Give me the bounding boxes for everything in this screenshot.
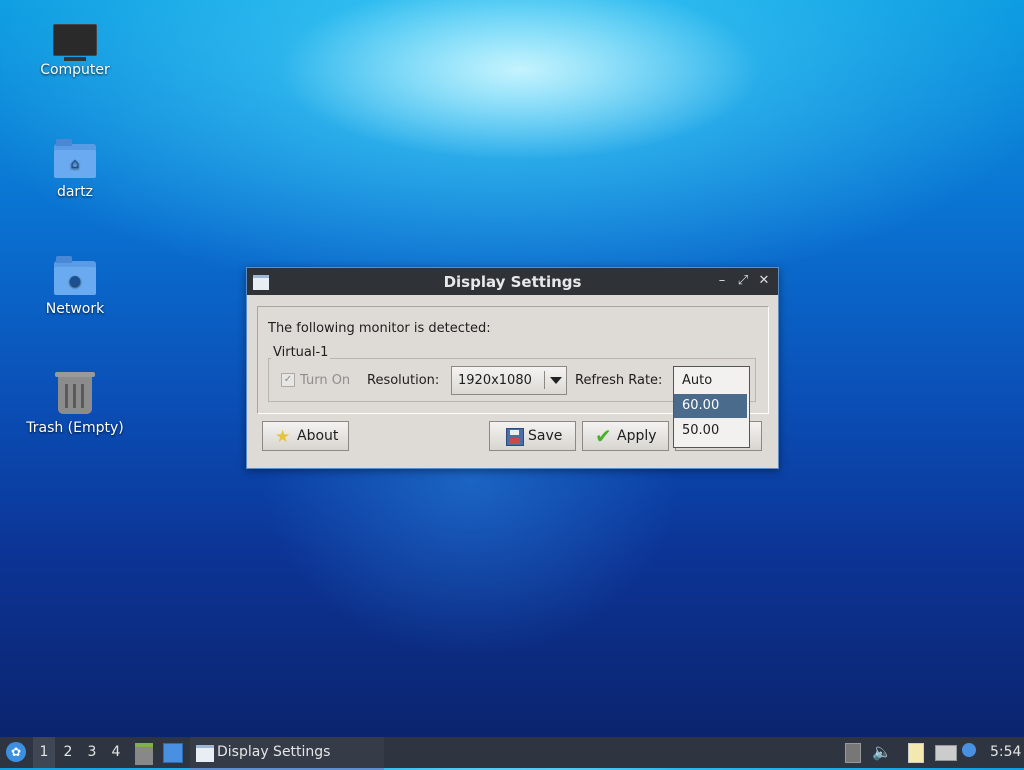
minimize-button[interactable]: – bbox=[714, 273, 730, 289]
refresh-rate-dropdown[interactable]: Auto 60.00 50.00 bbox=[673, 366, 750, 448]
app-menu-icon: ✿ bbox=[6, 742, 26, 762]
combo-separator bbox=[544, 371, 545, 389]
desktop-icon-label: dartz bbox=[56, 184, 94, 200]
resolution-value: 1920x1080 bbox=[458, 373, 532, 388]
file-manager-icon[interactable] bbox=[135, 743, 153, 765]
maximize-button[interactable]: ⤢ bbox=[735, 273, 751, 289]
resolution-label: Resolution: bbox=[367, 373, 440, 388]
desktop-icon-home[interactable]: ⌂ dartz bbox=[20, 139, 130, 200]
clock[interactable]: 5:54 bbox=[990, 737, 1021, 768]
desktop-icon-computer[interactable]: Computer bbox=[20, 24, 130, 78]
refresh-option-60[interactable]: 60.00 bbox=[674, 394, 747, 418]
floppy-disk-icon bbox=[506, 428, 524, 446]
turn-on-label: Turn On bbox=[300, 373, 351, 388]
volume-icon[interactable]: 🔈 bbox=[872, 743, 892, 761]
start-menu-button[interactable]: ✿ bbox=[4, 737, 28, 768]
notification-icon[interactable] bbox=[962, 743, 976, 757]
about-button[interactable]: ★ About bbox=[262, 421, 349, 451]
close-button[interactable]: ✕ bbox=[756, 273, 772, 289]
resolution-select[interactable]: 1920x1080 bbox=[451, 366, 567, 395]
task-display-settings[interactable]: Display Settings bbox=[190, 737, 384, 770]
monitor-group-label: Virtual-1 bbox=[271, 345, 331, 360]
apply-button-label: Apply bbox=[617, 428, 657, 444]
desktop-icon-label: Trash (Empty) bbox=[26, 420, 124, 436]
desktop-icon-label: Computer bbox=[40, 62, 110, 78]
workspace-2[interactable]: 2 bbox=[57, 737, 79, 768]
workspace-3[interactable]: 3 bbox=[81, 737, 103, 768]
checkmark-icon: ✔ bbox=[595, 424, 612, 448]
save-button[interactable]: Save bbox=[489, 421, 576, 451]
chevron-down-icon bbox=[550, 377, 562, 384]
desktop-icon-trash[interactable]: Trash (Empty) bbox=[20, 372, 130, 436]
refresh-option-50[interactable]: 50.00 bbox=[674, 419, 747, 443]
eject-icon[interactable] bbox=[845, 743, 861, 763]
clipboard-icon[interactable] bbox=[908, 743, 924, 763]
detected-label: The following monitor is detected: bbox=[268, 321, 491, 336]
task-label: Display Settings bbox=[217, 744, 331, 760]
star-icon: ★ bbox=[275, 427, 291, 447]
taskbar: ✿ 1 2 3 4 Display Settings 🔈 5:54 bbox=[0, 737, 1024, 770]
workspace-1[interactable]: 1 bbox=[33, 737, 55, 768]
window-titlebar[interactable]: Display Settings – ⤢ ✕ bbox=[247, 268, 778, 295]
desktop-icon-label: Network bbox=[45, 301, 105, 317]
network-icon[interactable] bbox=[935, 745, 957, 761]
show-desktop-icon[interactable] bbox=[163, 743, 183, 763]
workspace-4[interactable]: 4 bbox=[105, 737, 127, 768]
computer-icon bbox=[53, 24, 97, 61]
trash-icon bbox=[55, 372, 95, 414]
window-title: Display Settings bbox=[443, 273, 582, 291]
save-button-label: Save bbox=[528, 428, 563, 444]
refresh-rate-label: Refresh Rate: bbox=[575, 373, 663, 388]
turn-on-checkbox[interactable]: ✓ bbox=[281, 373, 295, 387]
about-button-label: About bbox=[297, 428, 339, 444]
window-app-icon bbox=[196, 745, 214, 762]
apply-button[interactable]: ✔ Apply bbox=[582, 421, 669, 451]
refresh-option-auto[interactable]: Auto bbox=[674, 369, 747, 393]
network-folder-icon: ● bbox=[54, 256, 96, 295]
home-folder-icon: ⌂ bbox=[54, 139, 96, 178]
desktop-icon-network[interactable]: ● Network bbox=[20, 256, 130, 317]
